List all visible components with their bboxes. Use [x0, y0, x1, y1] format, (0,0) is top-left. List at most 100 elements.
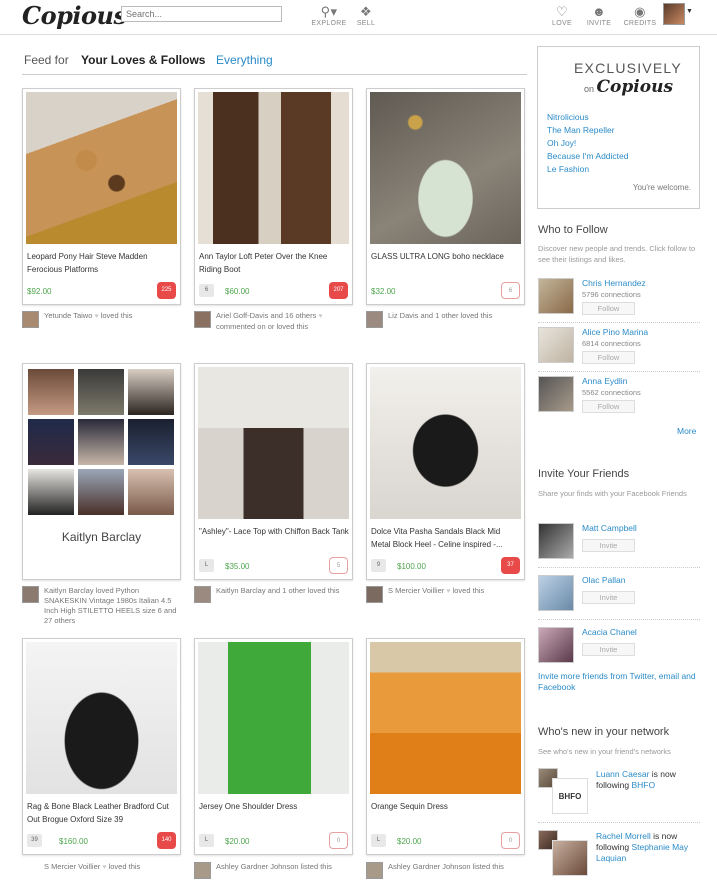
avatar[interactable]: [538, 575, 574, 611]
profile-name[interactable]: Kaitlyn Barclay: [23, 530, 180, 544]
follow-name[interactable]: Chris Hernandez: [582, 278, 646, 288]
love-count-heart-icon[interactable]: 6: [501, 282, 520, 299]
avatar[interactable]: [538, 627, 574, 663]
user-thumbnail[interactable]: [194, 586, 211, 603]
love-count-heart-icon[interactable]: 225: [157, 282, 176, 299]
product-image[interactable]: [26, 92, 177, 244]
invite-name[interactable]: Acacia Chanel: [582, 627, 637, 637]
invite-subtitle: Share your finds with your Facebook Frie…: [538, 489, 687, 498]
love-count-heart-icon[interactable]: 5: [329, 557, 348, 574]
exclusive-link[interactable]: The Man Repeller: [547, 124, 628, 137]
nav-invite[interactable]: ☻ INVITE: [579, 3, 619, 27]
user-thumbnail[interactable]: [366, 586, 383, 603]
product-title[interactable]: Orange Sequin Dress: [371, 801, 521, 814]
product-image[interactable]: [198, 92, 349, 244]
user-thumbnail[interactable]: [22, 862, 39, 879]
invite-button[interactable]: Invite: [582, 643, 635, 656]
product-title[interactable]: Rag & Bone Black Leather Bradford Cut Ou…: [27, 801, 177, 826]
product-image[interactable]: [198, 367, 349, 519]
product-card[interactable]: Leopard Pony Hair Steve Madden Ferocious…: [22, 88, 181, 305]
invite-button[interactable]: Invite: [582, 539, 635, 552]
grid-photo[interactable]: [78, 469, 124, 515]
size-badge: L: [199, 834, 214, 847]
connections-count: 5562 connections: [582, 388, 641, 397]
exclusive-link[interactable]: Nitrolicious: [547, 111, 628, 124]
product-card[interactable]: Rag & Bone Black Leather Bradford Cut Ou…: [22, 638, 181, 855]
follow-name[interactable]: Anna Eydlin: [582, 376, 627, 386]
product-image[interactable]: [370, 92, 521, 244]
product-card[interactable]: Dolce Vita Pasha Sandals Black Mid Metal…: [366, 363, 525, 580]
nav-credits[interactable]: ◉ CREDITS: [620, 3, 660, 27]
grid-photo[interactable]: [28, 369, 74, 415]
avatar[interactable]: [552, 840, 588, 876]
tab-everything[interactable]: Everything: [216, 53, 273, 67]
avatar[interactable]: [538, 327, 574, 363]
product-card[interactable]: Orange Sequin Dress L $20.00 0: [366, 638, 525, 855]
follow-button[interactable]: Follow: [582, 302, 635, 315]
product-title[interactable]: Ann Taylor Loft Peter Over the Knee Ridi…: [199, 251, 349, 276]
more-link[interactable]: More: [677, 426, 696, 436]
product-card[interactable]: GLASS ULTRA LONG boho necklace $32.00 6: [366, 88, 525, 305]
brand-logo[interactable]: BHFO: [552, 778, 588, 814]
user-thumbnail[interactable]: [194, 311, 211, 328]
user-thumbnail[interactable]: [366, 862, 383, 879]
exclusive-links: Nitrolicious The Man Repeller Oh Joy! Be…: [547, 111, 628, 176]
product-title[interactable]: Dolce Vita Pasha Sandals Black Mid Metal…: [371, 526, 521, 551]
product-title[interactable]: "Ashley"- Lace Top with Chiffon Back Tan…: [199, 526, 349, 539]
product-card[interactable]: Ann Taylor Loft Peter Over the Knee Ridi…: [194, 88, 353, 305]
invite-name[interactable]: Matt Campbell: [582, 523, 637, 533]
nav-love[interactable]: ♡ LOVE: [542, 3, 582, 27]
user-thumbnail[interactable]: [194, 862, 211, 879]
user-thumbnail[interactable]: [22, 586, 39, 603]
search-input[interactable]: [121, 6, 282, 22]
product-card[interactable]: Jersey One Shoulder Dress L $20.00 0: [194, 638, 353, 855]
size-badge: L: [199, 559, 214, 572]
love-count-heart-icon[interactable]: 140: [157, 832, 176, 849]
follow-button[interactable]: Follow: [582, 400, 635, 413]
avatar[interactable]: [538, 523, 574, 559]
grid-photo[interactable]: [28, 469, 74, 515]
invite-button[interactable]: Invite: [582, 591, 635, 604]
divider: [538, 619, 700, 620]
user-avatar[interactable]: [663, 3, 685, 25]
nav-explore[interactable]: ⚲▾ EXPLORE: [309, 3, 349, 27]
avatar[interactable]: [538, 376, 574, 412]
grid-photo[interactable]: [128, 419, 174, 465]
copious-logo[interactable]: Copious: [22, 1, 127, 30]
love-count-heart-icon[interactable]: 0: [329, 832, 348, 849]
grid-photo[interactable]: [78, 419, 124, 465]
invite-more-link[interactable]: Invite more friends from Twitter, email …: [538, 671, 698, 693]
love-count-heart-icon[interactable]: 207: [329, 282, 348, 299]
avatar[interactable]: [538, 278, 574, 314]
product-image[interactable]: [26, 642, 177, 794]
size-badge: 39: [27, 834, 42, 847]
product-image[interactable]: [370, 367, 521, 519]
product-image[interactable]: [370, 642, 521, 794]
follow-button[interactable]: Follow: [582, 351, 635, 364]
size-badge: 9: [371, 559, 386, 572]
chevron-down-icon[interactable]: ▼: [686, 8, 693, 15]
tab-loves-follows[interactable]: Your Loves & Follows: [81, 53, 205, 67]
product-title[interactable]: Jersey One Shoulder Dress: [199, 801, 349, 814]
product-title[interactable]: GLASS ULTRA LONG boho necklace: [371, 251, 521, 264]
exclusive-link[interactable]: Le Fashion: [547, 163, 628, 176]
grid-photo[interactable]: [28, 419, 74, 465]
nav-sell[interactable]: ❖ SELL: [346, 3, 386, 27]
grid-photo[interactable]: [78, 369, 124, 415]
product-card[interactable]: "Ashley"- Lace Top with Chiffon Back Tan…: [194, 363, 353, 580]
love-count-heart-icon[interactable]: 37: [501, 557, 520, 574]
grid-photo[interactable]: [128, 369, 174, 415]
exclusive-title: EXCLUSIVELY: [574, 60, 682, 76]
user-thumbnail[interactable]: [366, 311, 383, 328]
grid-photo[interactable]: [128, 469, 174, 515]
product-title[interactable]: Leopard Pony Hair Steve Madden Ferocious…: [27, 251, 177, 276]
exclusive-link[interactable]: Oh Joy!: [547, 137, 628, 150]
product-price: $20.00: [397, 837, 422, 846]
follow-name[interactable]: Alice Pino Marina: [582, 327, 648, 337]
product-image[interactable]: [198, 642, 349, 794]
user-thumbnail[interactable]: [22, 311, 39, 328]
love-count-heart-icon[interactable]: 0: [501, 832, 520, 849]
profile-card[interactable]: Kaitlyn Barclay: [22, 363, 181, 580]
exclusive-link[interactable]: Because I'm Addicted: [547, 150, 628, 163]
invite-name[interactable]: Olac Pallan: [582, 575, 625, 585]
